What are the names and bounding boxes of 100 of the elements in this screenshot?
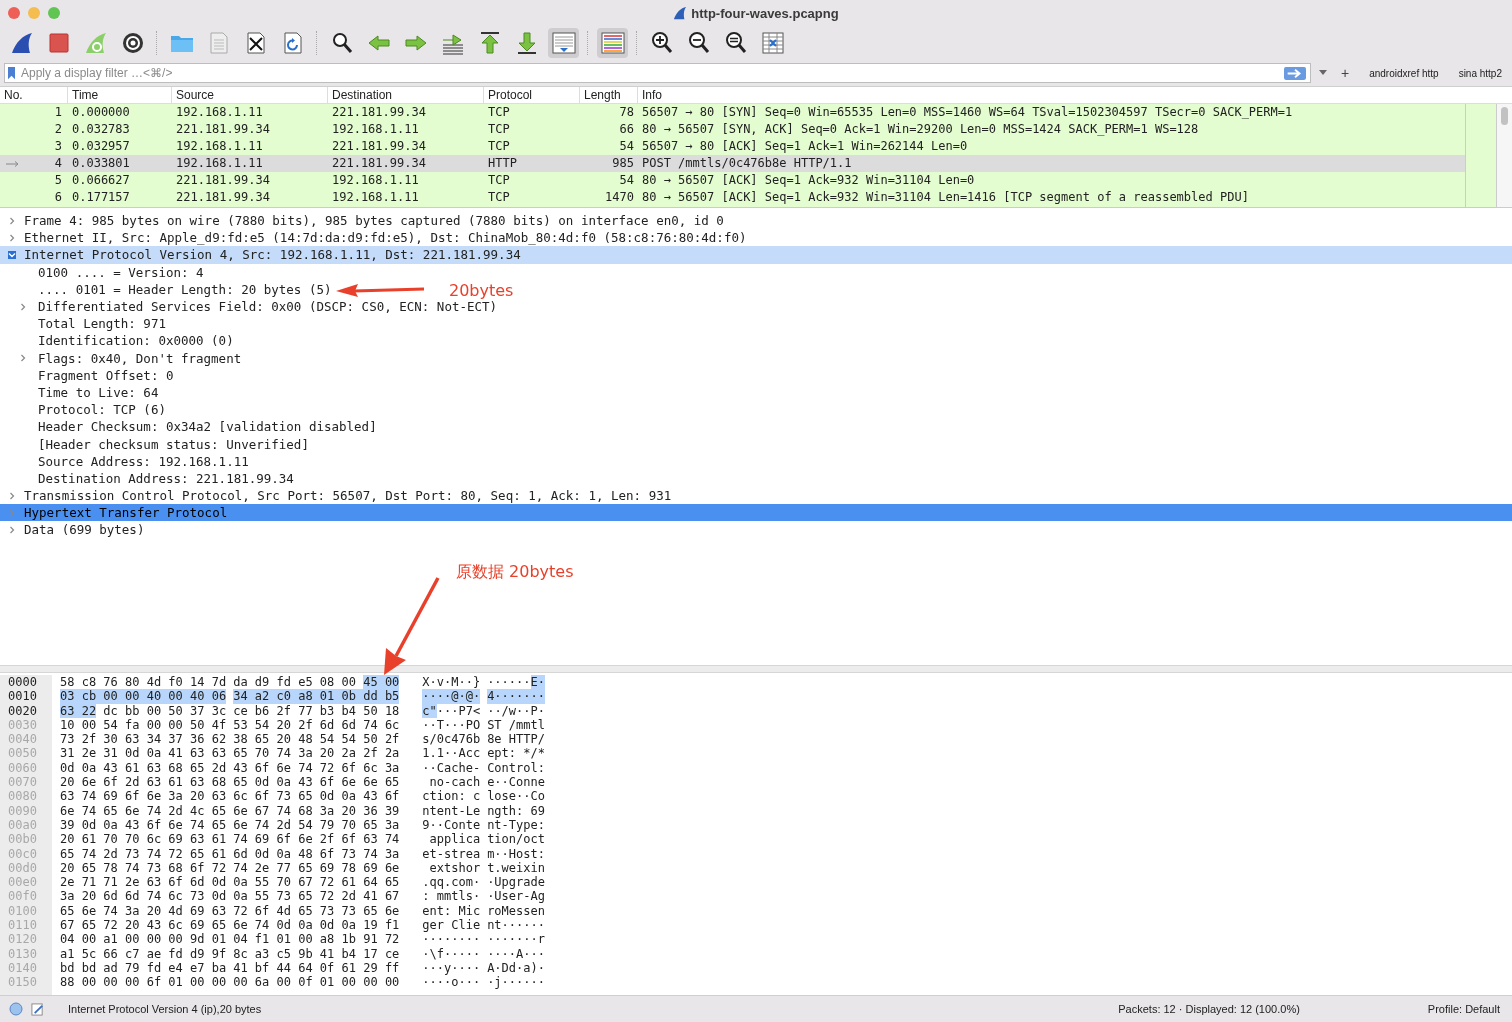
tree-item[interactable]: 0100 .... = Version: 4 [0,263,204,281]
ascii-text[interactable]: ntent-Le [422,803,481,818]
source-column-header[interactable]: Source [172,87,328,103]
hex-bytes[interactable]: da d9 fd e5 08 00 [233,675,364,690]
ascii-text[interactable]: ···P7< [436,703,481,718]
ascii-text[interactable]: ept: */* [487,746,545,761]
ascii-text[interactable]: ngth: 69 [487,803,545,818]
ascii-text[interactable]: nt······ [487,918,545,933]
tree-item[interactable]: Fragment Offset: 0 [0,366,174,384]
autoscroll-button[interactable] [548,28,579,58]
ascii-text[interactable]: 9··Conte [422,817,481,833]
ascii-text[interactable]: ····@·@· [422,689,481,704]
hex-bytes[interactable]: 34 a2 c0 a8 01 0b dd b5 [233,689,400,704]
hex-bytes[interactable]: 67 65 72 20 43 6c 69 65 [60,918,227,933]
ascii-text[interactable]: ·j······ [487,975,545,990]
no-column-header[interactable]: No. [0,87,68,103]
ascii-text[interactable]: roMessen [487,903,545,919]
ascii-text[interactable]: ··T···PO [422,717,481,733]
ascii-text[interactable]: nt-Type: [487,817,545,833]
ascii-text[interactable]: : mmtls· [422,889,481,904]
ascii-text[interactable]: ··Cache- [422,760,481,776]
length-column-header[interactable]: Length [580,87,638,103]
ascii-text[interactable]: tion/oct [487,832,545,847]
ascii-text[interactable]: e··Conne [487,775,545,790]
ascii-text[interactable]: 4······· [487,689,545,704]
hex-bytes[interactable]: 3a 20 6d 6d 74 6c 73 0d [60,889,227,904]
display-filter-field[interactable]: Apply a display filter …<⌘/> [4,63,1311,83]
ascii-text[interactable]: ST /mmtl [487,717,545,733]
close-window-button[interactable] [8,7,20,19]
hex-bytes[interactable]: 65 0d 0a 43 6f 6e 6e 65 [233,775,400,790]
ascii-text[interactable]: applica [422,832,481,847]
hex-bytes[interactable]: 04 00 a1 00 00 00 9d 01 [60,932,227,947]
ascii-text[interactable]: X·v·M··} [422,675,481,690]
hex-bytes[interactable]: bd bd ad 79 fd e4 e7 ba [60,960,227,976]
ascii-text[interactable]: ·User-Ag [487,889,545,904]
hex-bytes[interactable]: 04 f1 01 00 a8 1b 91 72 [233,932,400,947]
hex-bytes[interactable]: 6e 74 65 6e 74 2d 4c 65 [60,803,227,818]
tree-item[interactable]: Source Address: 192.168.1.11 [0,452,249,470]
chevron-right-icon[interactable] [19,302,27,311]
ascii-text[interactable]: t.weixin [487,860,545,876]
tree-item[interactable]: Frame 4: 985 bytes on wire (7880 bits), 985 bytes captured (7880 bits) on interface en0, id 0 [0,212,724,230]
scrollbar[interactable] [1497,104,1512,207]
ascii-text[interactable]: s/0c476b [422,732,481,747]
hex-bytes[interactable]: 88 00 00 00 6f 01 00 00 [60,975,227,990]
hex-bytes[interactable]: 00 6a 00 0f 01 00 00 00 [233,975,400,990]
hex-bytes[interactable]: ce b6 2f 77 b3 b4 50 18 [233,703,400,718]
hex-bytes[interactable]: 0a 55 73 65 72 2d 41 67 [233,889,400,904]
hex-bytes[interactable]: 10 00 54 fa 00 00 50 4f [60,717,227,733]
hex-bytes[interactable]: 38 65 20 48 54 54 50 2f [233,732,400,747]
ascii-text[interactable]: ent: Mic [422,903,481,919]
ascii-text[interactable]: ·······r [487,932,545,947]
tree-item[interactable]: Transmission Control Protocol, Src Port: 56507, Dst Port: 80, Seq: 1, Ack: 1, Len: 931 [0,487,672,505]
hex-bytes[interactable]: 63 74 69 6f 6e 3a 20 63 [60,789,227,804]
hex-bytes[interactable]: dc bb 00 50 37 3c [96,703,227,718]
ascii-text[interactable]: 8e HTTP/ [487,732,545,747]
ascii-text[interactable]: .qq.com· [422,875,481,890]
ascii-text[interactable]: E· [530,675,545,690]
protocol-column-header[interactable]: Protocol [484,87,580,103]
tree-item[interactable]: Total Length: 971 [0,315,166,333]
hex-bytes[interactable]: 58 c8 76 80 4d f0 14 7d [60,675,227,690]
hex-bytes[interactable]: 0d 0a 43 61 63 68 65 2d [60,760,227,776]
ascii-text[interactable]: ····A··· [487,946,545,961]
hex-bytes[interactable]: 74 69 6f 6e 2f 6f 63 74 [233,832,400,847]
chevron-down-icon[interactable] [8,250,16,259]
hex-bytes[interactable]: 43 6f 6e 74 72 6f 6c 3a [233,760,400,776]
hex-bytes[interactable]: 65 70 74 3a 20 2a 2f 2a [233,746,400,761]
filter-bookmark-button[interactable]: sina http2 [1452,67,1508,79]
tree-item[interactable]: [Header checksum status: Unverified] [0,435,309,453]
hex-bytes[interactable]: 03 cb 00 00 40 00 40 06 [60,689,227,704]
ascii-text[interactable]: extshor [422,860,481,876]
tree-item[interactable]: Data (699 bytes) [0,521,145,539]
pencil-icon[interactable] [31,1002,44,1016]
ascii-text[interactable]: ······ [487,675,531,690]
bookmark-icon[interactable] [7,66,16,80]
ascii-text[interactable]: ·\f····· [422,946,481,961]
hex-bytes[interactable]: 65 6e 74 3a 20 4d 69 63 [60,903,227,919]
tree-item[interactable]: Protocol: TCP (6) [0,401,166,419]
hex-bytes[interactable]: 45 00 [363,675,400,690]
ascii-text[interactable]: no-cach [422,775,481,790]
hex-bytes[interactable]: 72 6f 4d 65 73 73 65 6e [233,903,400,919]
tree-item[interactable]: Identification: 0x0000 (0) [0,332,234,350]
hex-bytes[interactable]: 31 2e 31 0d 0a 41 63 63 [60,746,227,761]
ascii-text[interactable]: lose··Co [487,789,545,804]
hex-bytes[interactable]: 6e 74 2d 54 79 70 65 3a [233,817,400,833]
ascii-text[interactable]: ········ [422,932,481,947]
tree-item[interactable]: Destination Address: 221.181.99.34 [0,469,294,487]
hex-bytes[interactable]: 8c a3 c5 9b 41 b4 17 ce [233,946,400,961]
ascii-text[interactable]: 1.1··Acc [422,746,481,761]
hex-bytes[interactable]: 6c 6f 73 65 0d 0a 43 6f [233,789,400,804]
ascii-text[interactable]: m··Host: [487,846,545,861]
hex-bytes[interactable]: 6d 0d 0a 48 6f 73 74 3a [233,846,400,861]
hex-bytes[interactable]: 53 54 20 2f 6d 6d 74 6c [233,717,400,733]
ascii-text[interactable]: ···y···· [422,960,481,976]
status-circle-icon[interactable] [9,1002,23,1016]
hex-bytes[interactable]: 39 0d 0a 43 6f 6e 74 65 [60,817,227,833]
ascii-text[interactable]: A·Dd·a)· [487,960,545,976]
hex-bytes[interactable]: a1 5c 66 c7 ae fd d9 9f [60,946,227,961]
ascii-text[interactable]: Control: [487,760,545,776]
hex-bytes[interactable]: 20 6e 6f 2d 63 61 63 68 [60,775,227,790]
destination-column-header[interactable]: Destination [328,87,484,103]
